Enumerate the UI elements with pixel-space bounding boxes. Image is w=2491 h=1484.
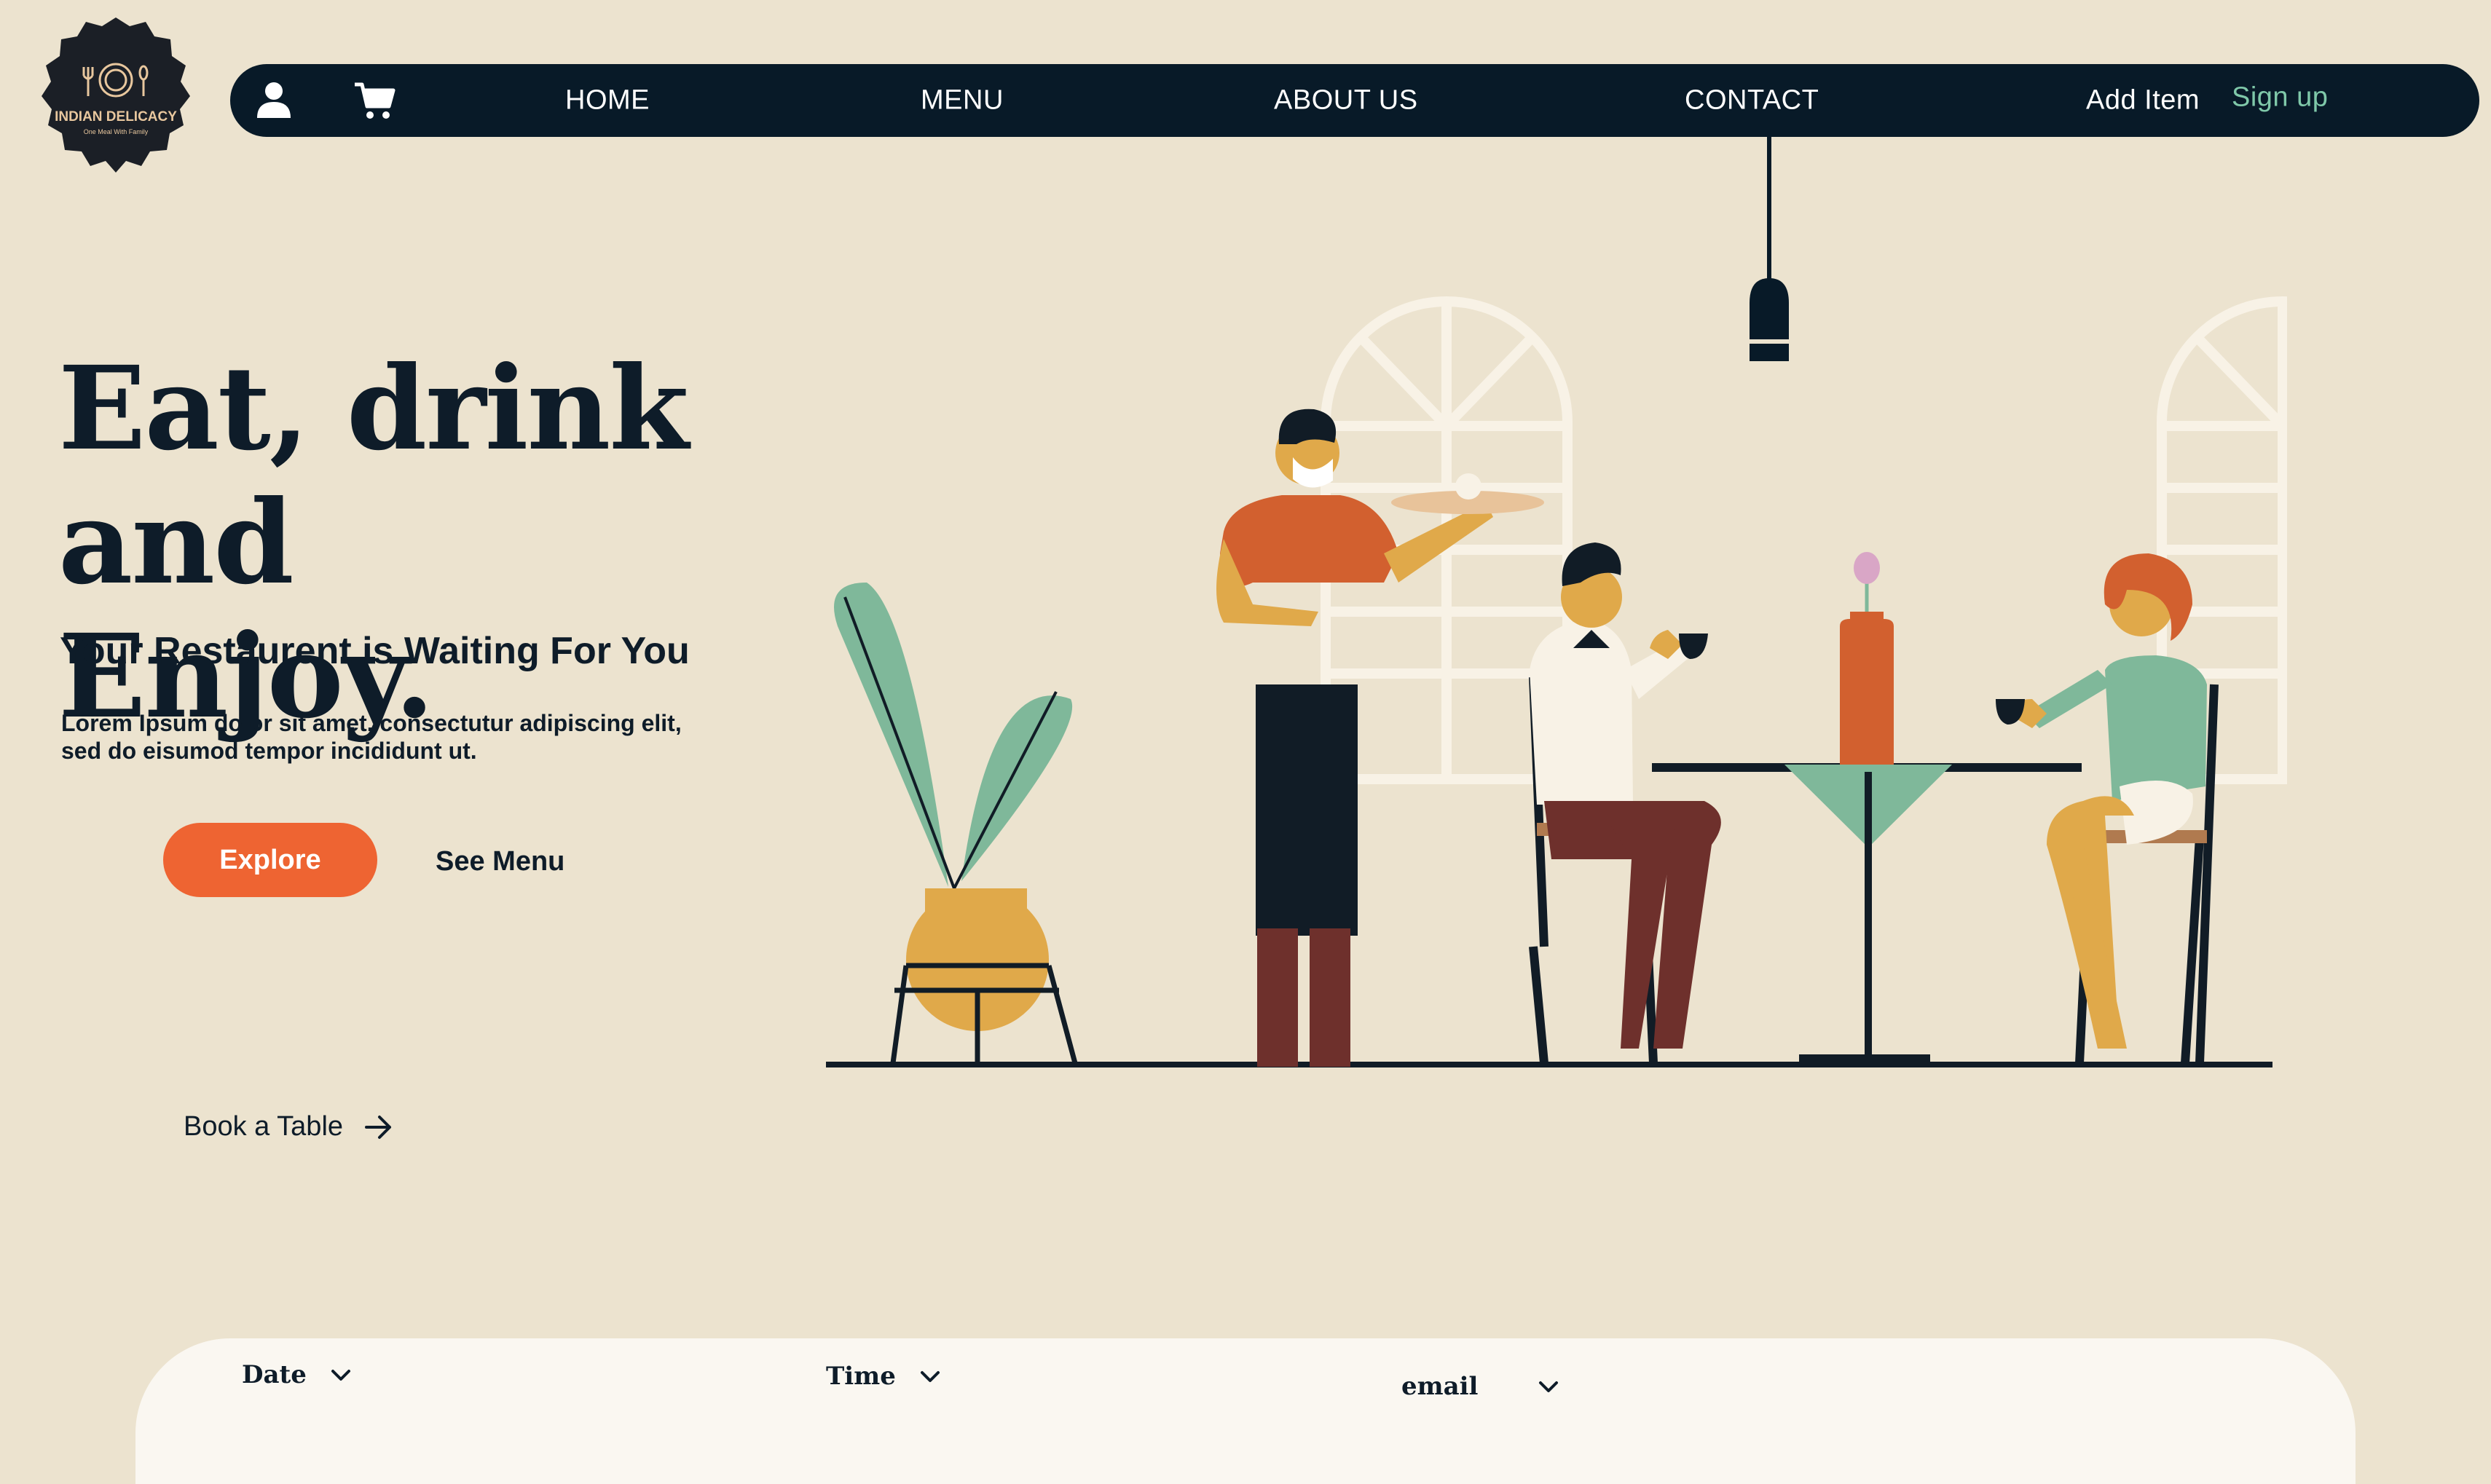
date-label: Date — [242, 1360, 307, 1389]
book-table-label: Book a Table — [184, 1111, 344, 1142]
hero-subheading: Your Restaurent is Waiting For You — [60, 630, 690, 672]
explore-button[interactable]: Explore — [163, 823, 377, 897]
book-table-link[interactable]: Book a Table — [184, 1111, 394, 1142]
lamp-cord — [1767, 137, 1771, 280]
chevron-down-icon — [331, 1370, 350, 1381]
brand-logo[interactable]: INDIAN DELICACY One Meal With Family — [32, 15, 200, 182]
cafe-table — [1652, 552, 2082, 1063]
chevron-down-icon — [920, 1371, 940, 1382]
main-navbar: HOME MENU ABOUT US CONTACT Add Item Sign… — [230, 64, 2479, 137]
email-label: email — [1401, 1372, 1479, 1401]
nav-contact[interactable]: CONTACT — [1685, 85, 1819, 117]
restaurant-scene-illustration — [816, 262, 2287, 1085]
time-label: Time — [826, 1362, 896, 1391]
nav-sign-up[interactable]: Sign up — [2232, 82, 2328, 114]
arrow-right-icon — [365, 1115, 392, 1139]
nav-about-us[interactable]: ABOUT US — [1274, 85, 1418, 117]
cart-icon[interactable] — [353, 79, 396, 122]
waiter-figure — [1216, 409, 1544, 1067]
date-dropdown[interactable]: Date — [242, 1360, 353, 1389]
booking-panel: Date Time email — [135, 1338, 2356, 1484]
logo-tagline: One Meal With Family — [84, 128, 149, 135]
time-dropdown[interactable]: Time — [826, 1362, 943, 1391]
nav-menu[interactable]: MENU — [921, 85, 1004, 117]
user-icon[interactable] — [252, 79, 296, 122]
seated-woman-figure — [1996, 553, 2219, 1064]
potted-plant — [834, 583, 1078, 1064]
nav-add-item[interactable]: Add Item — [2086, 85, 2200, 117]
chevron-down-icon — [1539, 1381, 1559, 1392]
hero-headline: Eat, drink and Enjoy. — [58, 342, 859, 744]
floor-line — [826, 1062, 2272, 1067]
see-menu-link[interactable]: See Menu — [436, 846, 564, 877]
logo-brand-name: INDIAN DELICACY — [55, 109, 177, 125]
nav-home[interactable]: HOME — [565, 85, 650, 117]
headline-line-1: Eat, drink and — [58, 342, 689, 610]
hero-description: Lorem Ipsum dolor sit amet, consectutur … — [61, 710, 682, 764]
email-dropdown[interactable]: email — [1401, 1372, 1561, 1401]
seated-man-figure — [1529, 542, 1721, 1064]
